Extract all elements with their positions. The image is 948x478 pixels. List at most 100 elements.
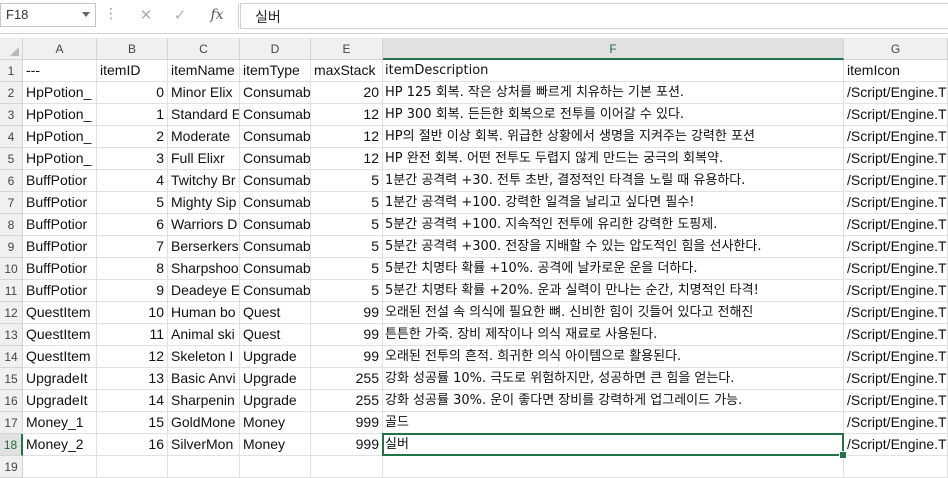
cell-g8[interactable]: /Script/Engine.T (844, 214, 948, 236)
cell-e19[interactable] (311, 456, 383, 478)
cell-e9[interactable]: 5 (311, 236, 383, 258)
cell-e5[interactable]: 12 (311, 148, 383, 170)
cell-d14[interactable]: Upgrade (240, 346, 311, 368)
cell-a18[interactable]: Money_2 (23, 434, 97, 456)
cell-e11[interactable]: 5 (311, 280, 383, 302)
cell-g1[interactable]: itemIcon (844, 60, 948, 82)
cell-f19[interactable] (383, 456, 844, 478)
cell-c16[interactable]: Sharpenin (168, 390, 240, 412)
cell-e4[interactable]: 12 (311, 126, 383, 148)
row-header-14[interactable]: 14 (0, 346, 23, 368)
cell-g12[interactable]: /Script/Engine.T (844, 302, 948, 324)
cell-g5[interactable]: /Script/Engine.T (844, 148, 948, 170)
cell-g9[interactable]: /Script/Engine.T (844, 236, 948, 258)
cell-b8[interactable]: 6 (97, 214, 168, 236)
cell-f9[interactable]: 5분간 공격력 +300. 전장을 지배할 수 있는 압도적인 힘을 선사한다. (383, 236, 844, 258)
cell-c6[interactable]: Twitchy Br (168, 170, 240, 192)
enter-button[interactable]: ✓ (167, 5, 193, 25)
cell-g6[interactable]: /Script/Engine.T (844, 170, 948, 192)
cell-b19[interactable] (97, 456, 168, 478)
row-header-7[interactable]: 7 (0, 192, 23, 214)
cell-e7[interactable]: 5 (311, 192, 383, 214)
more-options-icon[interactable]: ⋮ (104, 7, 118, 21)
cell-c7[interactable]: Mighty Sip (168, 192, 240, 214)
row-header-17[interactable]: 17 (0, 412, 23, 434)
cell-b17[interactable]: 15 (97, 412, 168, 434)
name-box[interactable]: F18 (0, 3, 96, 27)
column-header-a[interactable]: A (23, 38, 97, 60)
row-header-10[interactable]: 10 (0, 258, 23, 280)
insert-function-button[interactable]: fx (204, 5, 230, 25)
cell-g3[interactable]: /Script/Engine.T (844, 104, 948, 126)
cell-a17[interactable]: Money_1 (23, 412, 97, 434)
column-header-f[interactable]: F (383, 38, 844, 60)
cell-g19[interactable] (844, 456, 948, 478)
cell-g7[interactable]: /Script/Engine.T (844, 192, 948, 214)
cell-a13[interactable]: QuestItem (23, 324, 97, 346)
cell-f16[interactable]: 강화 성공률 30%. 운이 좋다면 장비를 강력하게 업그레이드 가능. (383, 390, 844, 412)
cell-c19[interactable] (168, 456, 240, 478)
cell-f12[interactable]: 오래된 전설 속 의식에 필요한 뼈. 신비한 힘이 깃들어 있다고 전해진 (383, 302, 844, 324)
cell-f5[interactable]: HP 완전 회복. 어떤 전투도 두렵지 않게 만드는 궁극의 회복약. (383, 148, 844, 170)
row-header-2[interactable]: 2 (0, 82, 23, 104)
cell-f6[interactable]: 1분간 공격력 +30. 전투 초반, 결정적인 타격을 노릴 때 유용하다. (383, 170, 844, 192)
cell-g15[interactable]: /Script/Engine.T (844, 368, 948, 390)
cell-b13[interactable]: 11 (97, 324, 168, 346)
row-header-11[interactable]: 11 (0, 280, 23, 302)
cell-e10[interactable]: 5 (311, 258, 383, 280)
cell-e14[interactable]: 99 (311, 346, 383, 368)
cell-c5[interactable]: Full Elixr (168, 148, 240, 170)
cell-f15[interactable]: 강화 성공률 10%. 극도로 위험하지만, 성공하면 큰 힘을 얻는다. (383, 368, 844, 390)
row-header-13[interactable]: 13 (0, 324, 23, 346)
cell-b9[interactable]: 7 (97, 236, 168, 258)
cell-a10[interactable]: BuffPotior (23, 258, 97, 280)
cell-a8[interactable]: BuffPotior (23, 214, 97, 236)
row-header-19[interactable]: 19 (0, 456, 23, 478)
cell-b3[interactable]: 1 (97, 104, 168, 126)
cell-d19[interactable] (240, 456, 311, 478)
cell-c4[interactable]: Moderate (168, 126, 240, 148)
cell-d4[interactable]: Consumab (240, 126, 311, 148)
column-header-e[interactable]: E (311, 38, 383, 60)
cell-b1[interactable]: itemID (97, 60, 168, 82)
cell-d11[interactable]: Consumab (240, 280, 311, 302)
row-header-1[interactable]: 1 (0, 60, 23, 82)
row-header-4[interactable]: 4 (0, 126, 23, 148)
cell-a19[interactable] (23, 456, 97, 478)
row-header-5[interactable]: 5 (0, 148, 23, 170)
cell-c18[interactable]: SilverMon (168, 434, 240, 456)
cell-b7[interactable]: 5 (97, 192, 168, 214)
chevron-down-icon[interactable] (82, 12, 90, 17)
cell-e3[interactable]: 12 (311, 104, 383, 126)
cell-a2[interactable]: HpPotion_ (23, 82, 97, 104)
row-header-15[interactable]: 15 (0, 368, 23, 390)
column-header-d[interactable]: D (240, 38, 311, 60)
cell-a4[interactable]: HpPotion_ (23, 126, 97, 148)
select-all-button[interactable] (0, 38, 23, 60)
cell-e13[interactable]: 99 (311, 324, 383, 346)
cell-a15[interactable]: UpgradeIt (23, 368, 97, 390)
cell-b12[interactable]: 10 (97, 302, 168, 324)
cell-c9[interactable]: Berserkers (168, 236, 240, 258)
cell-f11[interactable]: 5분간 치명타 확률 +20%. 운과 실력이 만나는 순간, 치명적인 타격! (383, 280, 844, 302)
cell-a12[interactable]: QuestItem (23, 302, 97, 324)
cell-a6[interactable]: BuffPotior (23, 170, 97, 192)
cell-a5[interactable]: HpPotion_ (23, 148, 97, 170)
formula-input[interactable]: 실버 (240, 3, 948, 29)
cell-d1[interactable]: itemType (240, 60, 311, 82)
cell-d15[interactable]: Upgrade (240, 368, 311, 390)
cell-g2[interactable]: /Script/Engine.T (844, 82, 948, 104)
cell-f2[interactable]: HP 125 회복. 작은 상처를 빠르게 치유하는 기본 포션. (383, 82, 844, 104)
column-header-b[interactable]: B (97, 38, 168, 60)
cell-f7[interactable]: 1분간 공격력 +100. 강력한 일격을 날리고 싶다면 필수! (383, 192, 844, 214)
cell-b6[interactable]: 4 (97, 170, 168, 192)
cell-e8[interactable]: 5 (311, 214, 383, 236)
cell-c1[interactable]: itemName (168, 60, 240, 82)
cell-d6[interactable]: Consumab (240, 170, 311, 192)
cell-g16[interactable]: /Script/Engine.T (844, 390, 948, 412)
cell-a16[interactable]: UpgradeIt (23, 390, 97, 412)
row-header-6[interactable]: 6 (0, 170, 23, 192)
cell-e17[interactable]: 999 (311, 412, 383, 434)
cell-b10[interactable]: 8 (97, 258, 168, 280)
cell-f4[interactable]: HP의 절반 이상 회복. 위급한 상황에서 생명을 지켜주는 강력한 포션 (383, 126, 844, 148)
